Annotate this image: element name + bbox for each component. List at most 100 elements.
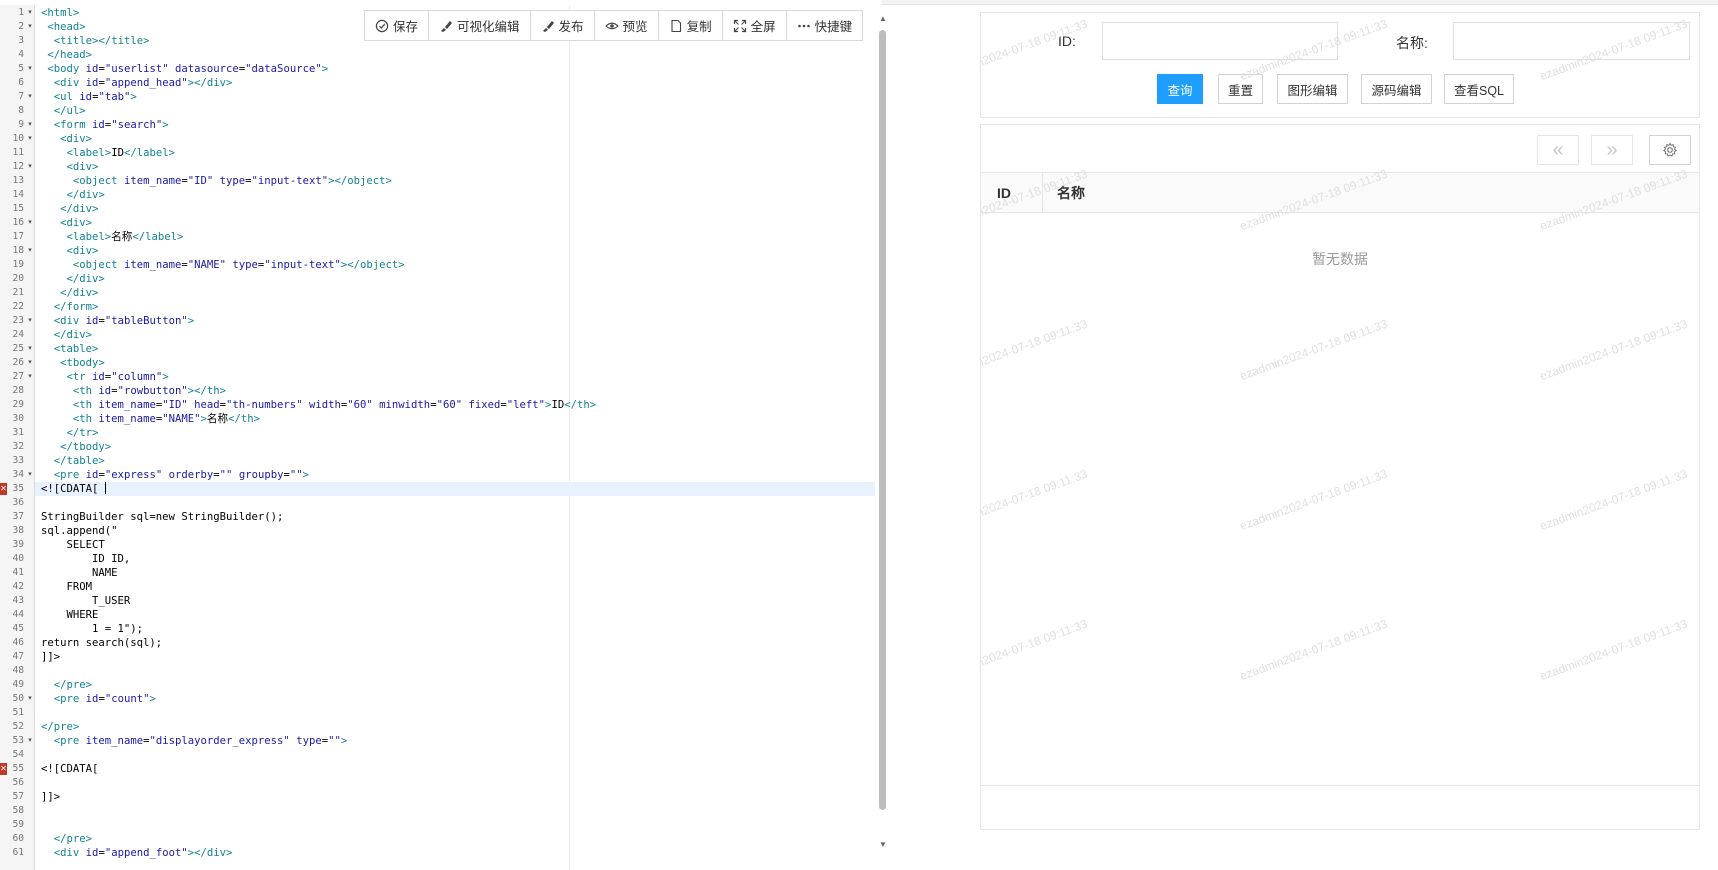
code-line[interactable]: </div>: [35, 272, 875, 286]
code-line[interactable]: ]]>: [35, 790, 875, 804]
code-line[interactable]: </tbody>: [35, 440, 875, 454]
visual-edit-button[interactable]: 可视化编辑: [429, 11, 531, 40]
name-input[interactable]: [1453, 22, 1690, 60]
code-line[interactable]: <label>名称</label>: [35, 230, 875, 244]
code-line[interactable]: [35, 706, 875, 720]
code-line[interactable]: <pre id="express" orderby="" groupby="">: [35, 468, 875, 482]
code-line[interactable]: <th item_name="NAME">名称</th>: [35, 412, 875, 426]
fold-arrow-icon[interactable]: ▾: [26, 244, 34, 258]
code-line[interactable]: <label>ID</label>: [35, 146, 875, 160]
code-line[interactable]: <body id="userlist" datasource="dataSour…: [35, 62, 875, 76]
reset-button[interactable]: 重置: [1218, 74, 1263, 104]
code-line[interactable]: </pre>: [35, 678, 875, 692]
code-line[interactable]: StringBuilder sql=new StringBuilder();: [35, 510, 875, 524]
code-line[interactable]: WHERE: [35, 608, 875, 622]
code-line[interactable]: [35, 496, 875, 510]
save-button[interactable]: 保存: [365, 11, 430, 40]
code-line[interactable]: </ul>: [35, 104, 875, 118]
code-line[interactable]: <div>: [35, 160, 875, 174]
code-line[interactable]: <div>: [35, 132, 875, 146]
code-line[interactable]: </pre>: [35, 832, 875, 846]
code-line[interactable]: ID ID,: [35, 552, 875, 566]
fold-arrow-icon[interactable]: ▾: [26, 160, 34, 174]
code-line[interactable]: <div id="append_head"></div>: [35, 76, 875, 90]
code-line[interactable]: <![CDATA[: [35, 762, 875, 776]
code-line[interactable]: 1 = 1");: [35, 622, 875, 636]
fold-arrow-icon[interactable]: ▾: [26, 6, 34, 20]
code-line[interactable]: <div>: [35, 216, 875, 230]
double-chevron-left-icon[interactable]: «: [1537, 135, 1579, 165]
fold-arrow-icon[interactable]: ▾: [26, 692, 34, 706]
scrollbar-thumb[interactable]: [879, 30, 886, 810]
code-line[interactable]: FROM: [35, 580, 875, 594]
code-line[interactable]: <object item_name="ID" type="input-text"…: [35, 174, 875, 188]
code-line[interactable]: </head>: [35, 48, 875, 62]
fold-arrow-icon[interactable]: ▾: [26, 20, 34, 34]
code-line[interactable]: <pre id="count">: [35, 692, 875, 706]
fold-arrow-icon[interactable]: ▾: [26, 118, 34, 132]
code-line[interactable]: <object item_name="NAME" type="input-tex…: [35, 258, 875, 272]
code-line[interactable]: [35, 818, 875, 832]
code-line[interactable]: <table>: [35, 342, 875, 356]
code-line[interactable]: <pre item_name="displayorder_express" ty…: [35, 734, 875, 748]
fold-arrow-icon[interactable]: ▾: [26, 90, 34, 104]
code-line[interactable]: </table>: [35, 454, 875, 468]
fold-arrow-icon[interactable]: ▾: [26, 468, 34, 482]
code-line[interactable]: SELECT: [35, 538, 875, 552]
id-input[interactable]: [1102, 22, 1338, 60]
code-line[interactable]: [35, 664, 875, 678]
code-area[interactable]: <html> <head> <title></title> </head> <b…: [35, 5, 875, 870]
scroll-up-arrow-icon[interactable]: ▲: [876, 12, 890, 26]
code-line[interactable]: </div>: [35, 188, 875, 202]
column-header-name[interactable]: 名称: [1057, 173, 1085, 213]
code-line[interactable]: </div>: [35, 202, 875, 216]
shortcuts-button[interactable]: 快捷键: [787, 11, 863, 40]
copy-button[interactable]: 复制: [659, 11, 723, 40]
fold-arrow-icon[interactable]: ▾: [26, 132, 34, 146]
code-line[interactable]: NAME: [35, 566, 875, 580]
code-line[interactable]: <ul id="tab">: [35, 90, 875, 104]
code-line[interactable]: <div id="append_foot"></div>: [35, 846, 875, 860]
code-line[interactable]: [35, 776, 875, 790]
fold-arrow-icon[interactable]: ▾: [26, 734, 34, 748]
error-marker-icon[interactable]: ✕: [0, 483, 7, 495]
gear-icon[interactable]: [1649, 135, 1691, 165]
fold-arrow-icon[interactable]: ▾: [26, 62, 34, 76]
fold-arrow-icon[interactable]: ▾: [26, 370, 34, 384]
code-line[interactable]: sql.append(": [35, 524, 875, 538]
code-line[interactable]: ]]>: [35, 650, 875, 664]
publish-button[interactable]: 发布: [531, 11, 595, 40]
error-marker-icon[interactable]: ✕: [0, 763, 7, 775]
code-line[interactable]: </div>: [35, 286, 875, 300]
graphic-edit-button[interactable]: 图形编辑: [1277, 74, 1348, 104]
column-header-id[interactable]: ID: [981, 173, 1043, 213]
code-editor[interactable]: 1 ▾ 2 ▾ 3 4 5 ▾ 6 7 ▾ 8 9 ▾ 10 ▾ 11 12 ▾ 13 14 15 16 ▾ 17 18 ▾ 19 20…: [0, 0, 882, 870]
code-line[interactable]: <div id="tableButton">: [35, 314, 875, 328]
fold-arrow-icon[interactable]: ▾: [26, 314, 34, 328]
code-line[interactable]: <![CDATA[: [35, 482, 875, 496]
code-line[interactable]: <div>: [35, 244, 875, 258]
source-edit-button[interactable]: 源码编辑: [1361, 74, 1432, 104]
code-line[interactable]: </div>: [35, 328, 875, 342]
code-line[interactable]: return search(sql);: [35, 636, 875, 650]
code-line[interactable]: <th item_name="ID" head="th-numbers" wid…: [35, 398, 875, 412]
code-line[interactable]: <tbody>: [35, 356, 875, 370]
query-button[interactable]: 查询: [1157, 74, 1203, 104]
double-chevron-right-icon[interactable]: »: [1591, 135, 1633, 165]
view-sql-button[interactable]: 查看SQL: [1444, 74, 1514, 104]
fold-arrow-icon[interactable]: ▾: [26, 356, 34, 370]
code-line[interactable]: [35, 748, 875, 762]
code-line[interactable]: T_USER: [35, 594, 875, 608]
code-line[interactable]: </tr>: [35, 426, 875, 440]
fold-arrow-icon[interactable]: ▾: [26, 342, 34, 356]
code-line[interactable]: <th id="rowbutton"></th>: [35, 384, 875, 398]
code-line[interactable]: </pre>: [35, 720, 875, 734]
code-line[interactable]: <tr id="column">: [35, 370, 875, 384]
fullscreen-button[interactable]: 全屏: [723, 11, 787, 40]
code-line[interactable]: [35, 804, 875, 818]
code-line[interactable]: <form id="search">: [35, 118, 875, 132]
code-line[interactable]: </form>: [35, 300, 875, 314]
scroll-down-arrow-icon[interactable]: ▼: [876, 838, 890, 852]
preview-button[interactable]: 预览: [595, 11, 659, 40]
fold-arrow-icon[interactable]: ▾: [26, 216, 34, 230]
